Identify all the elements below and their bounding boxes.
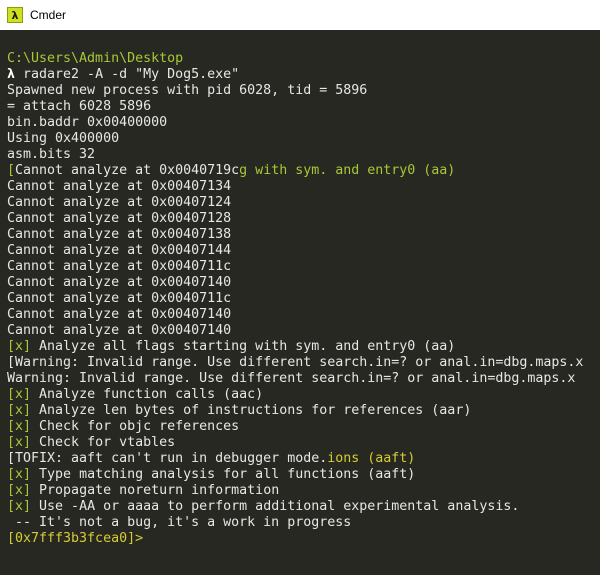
terminal-line: Cannot analyze at 0x00407140 [7,307,600,323]
terminal-text: [x] [7,467,32,482]
terminal-line: Cannot analyze at 0x00407124 [7,195,600,211]
command-prompt[interactable]: [0x7fff3b3fcea0]> [7,531,600,547]
terminal-text: C:\Users\Admin\Desktop [7,51,184,66]
terminal-text: Cannot analyze at 0x00407144 [7,243,232,258]
terminal-text: Analyze function calls (aac) [31,387,264,402]
window-title: Cmder [30,8,67,22]
terminal-text: Check for vtables [31,435,176,450]
title-bar[interactable]: λ Cmder [0,0,600,30]
terminal-line: Cannot analyze at 0x00407140 [7,275,600,291]
terminal-line: [x] Analyze len bytes of instructions fo… [7,403,600,419]
terminal-text: [x] [7,499,32,514]
terminal-text: Cannot analyze at 0x00407128 [7,211,232,226]
terminal-text: [x] [7,435,32,450]
terminal-line: Using 0x400000 [7,131,600,147]
terminal-text: [ [7,163,16,178]
terminal-text: -- It's not a bug, it's a work in progre… [7,515,352,530]
terminal-text: radare2 -A -d "My Dog5.exe" [23,67,240,82]
terminal-text: [x] [7,403,32,418]
terminal-text: Cannot analyze at 0x0040711c [7,291,232,306]
terminal-line: [x] Use -AA or aaaa to perform additiona… [7,499,600,515]
terminal-line: Cannot analyze at 0x00407140 [7,323,600,339]
terminal-text: g with sym. and entry0 (aa) [239,163,456,178]
terminal-text: = attach 6028 5896 [7,99,152,114]
terminal-text: ions (aaft) [327,451,416,466]
terminal-text: Use -AA or aaaa to perform additional ex… [31,499,520,514]
terminal-text: [x] [7,419,32,434]
terminal-line: = attach 6028 5896 [7,99,600,115]
terminal-line: [x] Analyze all flags starting with sym.… [7,339,600,355]
terminal-text: Propagate noreturn information [31,483,280,498]
terminal-text: Cannot analyze at 0x0040719c [15,163,240,178]
terminal-line: Cannot analyze at 0x0040711c [7,259,600,275]
terminal-line: Cannot analyze at 0x0040711c [7,291,600,307]
terminal-line: [x] Check for objc references [7,419,600,435]
terminal-line: Warning: Invalid range. Use different se… [7,371,600,387]
terminal-text: bin.baddr 0x00400000 [7,115,168,130]
terminal-line: [TOFIX: aaft can't run in debugger mode.… [7,451,600,467]
terminal-text: Cannot analyze at 0x00407140 [7,275,232,290]
terminal-line: asm.bits 32 [7,147,600,163]
terminal-text: asm.bits 32 [7,147,96,162]
terminal-text: [Warning: Invalid range. Use different s… [7,355,584,370]
terminal-text: Cannot analyze at 0x00407140 [7,323,232,338]
terminal-text: [x] [7,483,32,498]
terminal-text: [x] [7,339,32,354]
terminal-line: [x] Propagate noreturn information [7,483,600,499]
terminal-text: Cannot analyze at 0x00407124 [7,195,232,210]
terminal-text: Analyze len bytes of instructions for re… [31,403,472,418]
terminal-line: Cannot analyze at 0x00407138 [7,227,600,243]
terminal-text: [x] [7,387,32,402]
terminal-line: [x] Check for vtables [7,435,600,451]
terminal-line: [Warning: Invalid range. Use different s… [7,355,600,371]
terminal-text: Cannot analyze at 0x00407138 [7,227,232,242]
terminal-line: [x] Type matching analysis for all funct… [7,467,600,483]
terminal-line: λ radare2 -A -d "My Dog5.exe" [7,67,600,83]
terminal-text: Warning: Invalid range. Use different se… [7,371,576,386]
terminal-text: Spawned new process with pid 6028, tid =… [7,83,368,98]
terminal-text: Type matching analysis for all functions… [31,467,416,482]
terminal-line: Cannot analyze at 0x00407144 [7,243,600,259]
terminal-text: Cannot analyze at 0x00407134 [7,179,232,194]
terminal-line: [x] Analyze function calls (aac) [7,387,600,403]
terminal-text: λ [7,67,24,82]
terminal-text: Check for objc references [31,419,240,434]
terminal-text: Analyze all flags starting with sym. and… [31,339,456,354]
terminal-line: Spawned new process with pid 6028, tid =… [7,83,600,99]
terminal-line: [Cannot analyze at 0x0040719cg with sym.… [7,163,600,179]
terminal-output[interactable]: C:\Users\Admin\Desktop λ radare2 -A -d "M… [0,30,600,575]
terminal-line: Cannot analyze at 0x00407128 [7,211,600,227]
terminal-line: C:\Users\Admin\Desktop [7,51,600,67]
terminal-line: Cannot analyze at 0x00407134 [7,179,600,195]
lambda-icon: λ [7,7,23,23]
terminal-text: Cannot analyze at 0x0040711c [7,259,232,274]
terminal-line: -- It's not a bug, it's a work in progre… [7,515,600,531]
terminal-text: [0x7fff3b3fcea0]> [7,531,144,546]
terminal-line: bin.baddr 0x00400000 [7,115,600,131]
terminal-text: [TOFIX: aaft can't run in debugger mode. [7,451,328,466]
terminal-text: Cannot analyze at 0x00407140 [7,307,232,322]
terminal-text: Using 0x400000 [7,131,120,146]
